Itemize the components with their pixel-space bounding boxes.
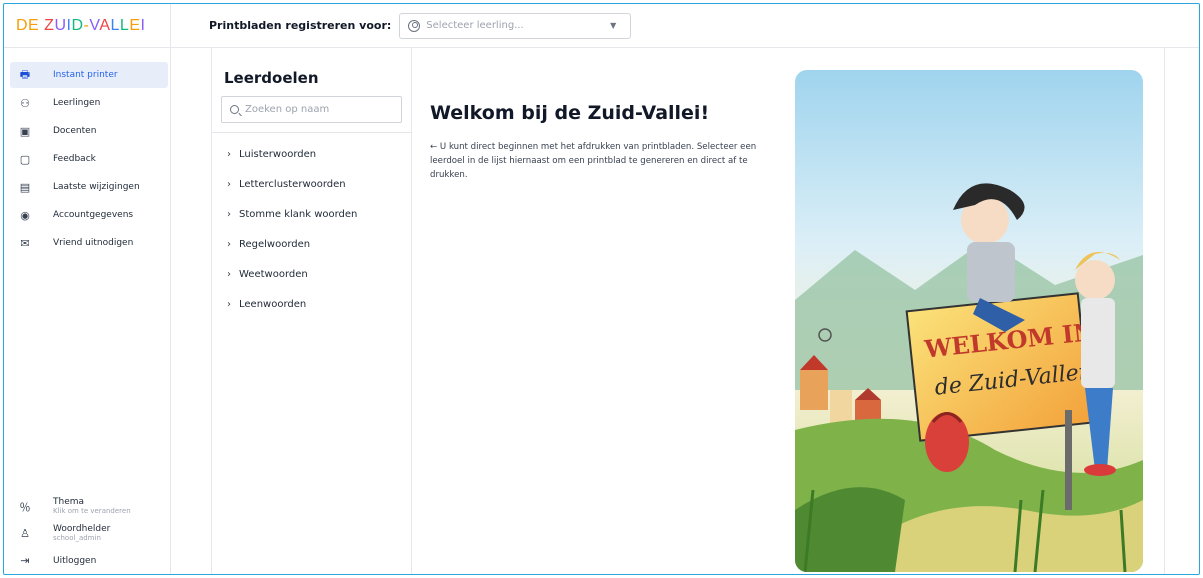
welcome-text: ← U kunt direct beginnen met het afdrukk… [430, 142, 757, 180]
search-icon [230, 105, 239, 114]
goal-label: Leenwoorden [239, 298, 307, 310]
sidebar-item-leerlingen[interactable]: ⚇ Leerlingen [10, 90, 168, 116]
users-icon: ⚇ [20, 96, 30, 110]
sidebar-item-label: Accountgegevens [53, 210, 134, 220]
printer-icon: 🖶 [19, 67, 31, 81]
goal-label: Letterclusterwoorden [239, 178, 346, 190]
feedback-icon: ▢ [19, 152, 31, 166]
divider [1164, 48, 1165, 574]
teacher-icon: ▣ [19, 124, 31, 138]
register-label: Printbladen registreren voor: [209, 19, 392, 32]
sidebar-item-docenten[interactable]: ▣ Docenten [10, 118, 168, 144]
goal-item-weetwoorden[interactable]: › Weetwoorden [212, 259, 411, 289]
goal-label: Regelwoorden [239, 238, 311, 250]
chevron-right-icon: › [227, 208, 231, 220]
chevron-down-icon: ▼ [610, 21, 617, 30]
sidebar: 🖶 Instant printer ⚇ Leerlingen ▣ Docente… [4, 48, 171, 574]
divider [212, 132, 411, 133]
logout-label: Uitloggen [53, 555, 97, 566]
chevron-right-icon: › [227, 148, 231, 160]
sidebar-item-accountgegevens[interactable]: ◉ Accountgegevens [10, 202, 168, 228]
chevron-right-icon: › [227, 178, 231, 190]
sidebar-item-feedback[interactable]: ▢ Feedback [10, 146, 168, 172]
goal-item-luisterwoorden[interactable]: › Luisterwoorden [212, 139, 411, 169]
goal-label: Weetwoorden [239, 268, 308, 280]
theme-icon: ％ [19, 500, 31, 514]
user-name: Woordhelder [53, 524, 111, 534]
theme-title: Thema [53, 497, 85, 507]
goal-label: Luisterwoorden [239, 148, 317, 160]
sidebar-item-label: Docenten [53, 126, 97, 136]
illustration-svg: WELKOM IN de Zuid-Vallei [795, 70, 1143, 572]
logout-button[interactable]: ⇥ Uitloggen [4, 547, 170, 574]
user-icon: ♙ [20, 527, 30, 540]
learning-goals-panel: Leerdoelen Zoeken op naam › Luisterwoorde… [211, 48, 412, 574]
theme-subtitle: Klik om te veranderen [53, 507, 131, 515]
goal-item-leenwoorden[interactable]: › Leenwoorden [212, 289, 411, 319]
user-profile[interactable]: ♙ Woordhelder school_admin [4, 520, 170, 547]
sidebar-bottom: ％ Thema Klik om te veranderen ♙ Woordhel… [4, 493, 170, 574]
student-select[interactable]: Selecteer leerling... ▼ [399, 12, 632, 39]
sidebar-item-instant-printer[interactable]: 🖶 Instant printer [10, 62, 168, 88]
goals-title: Leerdoelen [224, 69, 319, 87]
chevron-right-icon: › [227, 268, 231, 280]
sidebar-item-laatste-wijzigingen[interactable]: ▤ Laatste wijzigingen [10, 174, 168, 200]
sidebar-item-vriend-uitnodigen[interactable]: ✉ Vriend uitnodigen [10, 230, 168, 256]
goal-item-regelwoorden[interactable]: › Regelwoorden [212, 229, 411, 259]
search-placeholder: Zoeken op naam [245, 104, 330, 115]
sidebar-item-label: Leerlingen [53, 98, 101, 108]
logout-icon: ⇥ [20, 554, 30, 567]
account-icon: ◉ [20, 208, 30, 222]
chevron-right-icon: › [227, 238, 231, 250]
goal-list: › Luisterwoorden › Letterclusterwoorden › S… [212, 139, 411, 319]
theme-toggle[interactable]: ％ Thema Klik om te veranderen [4, 493, 170, 520]
chevron-right-icon: › [227, 298, 231, 310]
user-circle-icon [408, 19, 421, 32]
logo: DE ZUID-VALLEI [16, 16, 146, 34]
goal-item-stomme-klank-woorden[interactable]: › Stomme klank woorden [212, 199, 411, 229]
sidebar-item-label: Vriend uitnodigen [53, 238, 134, 248]
mail-icon: ✉ [20, 236, 30, 250]
sidebar-item-label: Feedback [53, 154, 96, 164]
goal-label: Stomme klank woorden [239, 208, 358, 220]
changelog-icon: ▤ [19, 180, 31, 194]
sidebar-item-label: Instant printer [53, 70, 118, 80]
top-bar: DE ZUID-VALLEI Printbladen registreren v… [4, 4, 1199, 48]
logo-cell[interactable]: DE ZUID-VALLEI [4, 4, 171, 48]
search-input[interactable]: Zoeken op naam [221, 96, 402, 123]
welcome-section: Welkom bij de Zuid-Vallei! ← U kunt dire… [430, 102, 760, 182]
user-role: school_admin [53, 534, 101, 542]
sidebar-item-label: Laatste wijzigingen [53, 182, 140, 192]
app-frame: DE ZUID-VALLEI Printbladen registreren v… [3, 3, 1200, 575]
student-select-placeholder: Selecteer leerling... [426, 20, 524, 31]
welcome-title: Welkom bij de Zuid-Vallei! [430, 102, 710, 124]
goal-item-letterclusterwoorden[interactable]: › Letterclusterwoorden [212, 169, 411, 199]
welcome-illustration: WELKOM IN de Zuid-Vallei [795, 70, 1143, 572]
